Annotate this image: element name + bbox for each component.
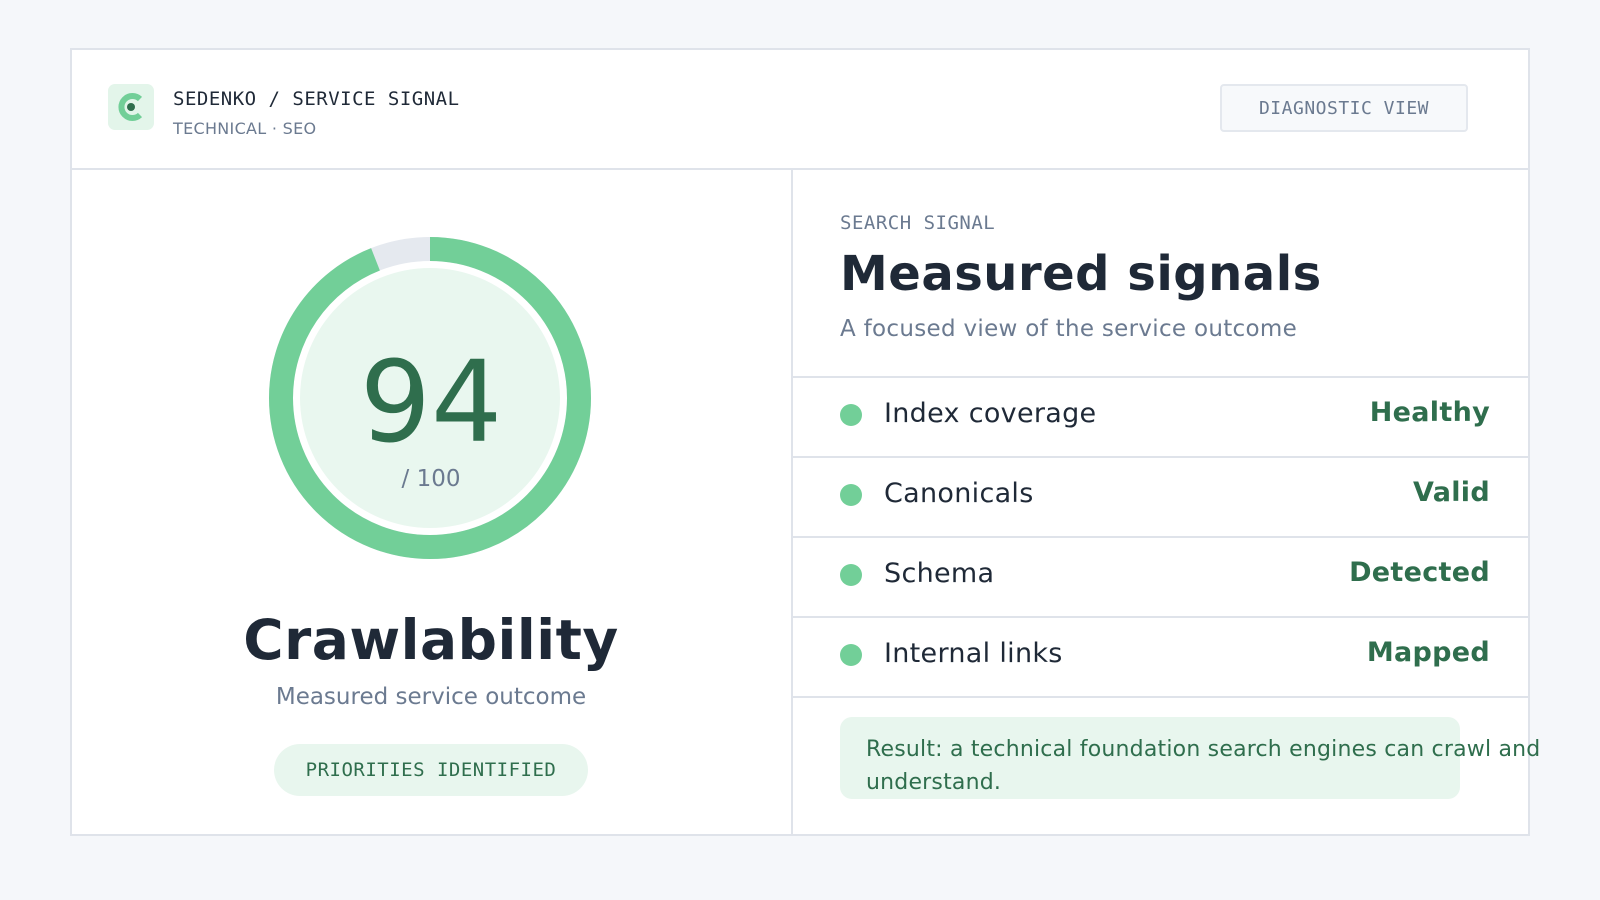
signal-row-canonicals: Canonicals Valid [793, 456, 1530, 536]
signal-status: Mapped [1366, 637, 1490, 668]
signal-row-internal-links: Internal links Mapped [793, 616, 1530, 698]
metric-subtitle: Measured service outcome [275, 684, 587, 710]
status-dot-icon [840, 564, 862, 586]
metric-title: Crawlability [243, 608, 619, 672]
brand-subtitle: TECHNICAL · SEO [173, 119, 317, 138]
brand-title: SEDENKO / SERVICE SIGNAL [173, 88, 460, 110]
signal-row-index-coverage: Index coverage Healthy [793, 376, 1530, 456]
signal-status: Valid [1413, 477, 1490, 508]
signal-card: SEDENKO / SERVICE SIGNAL TECHNICAL · SEO… [70, 48, 1541, 836]
signal-label: Internal links [884, 638, 1063, 669]
signal-label: Schema [884, 558, 995, 589]
status-dot-icon [840, 404, 862, 426]
result-callout: Result: a technical foundation search en… [840, 717, 1541, 799]
status-dot-icon [840, 644, 862, 666]
signal-label: Canonicals [884, 478, 1034, 509]
panel-eyebrow: SEARCH SIGNAL [840, 212, 996, 234]
signal-status: Healthy [1369, 397, 1490, 428]
c-logo-icon [108, 84, 154, 130]
signal-status: Detected [1349, 557, 1490, 588]
status-dot-icon [840, 484, 862, 506]
panel-subtitle: A focused view of the service outcome [840, 316, 1298, 342]
score-value: 94 [359, 338, 503, 468]
diagnostic-view-button[interactable]: DIAGNOSTIC VIEW [1220, 84, 1468, 132]
signal-row-schema: Schema Detected [793, 536, 1530, 616]
card-header: SEDENKO / SERVICE SIGNAL TECHNICAL · SEO… [72, 50, 1528, 170]
result-line-2: understand. [866, 770, 1002, 795]
score-max: / 100 [401, 466, 461, 492]
signal-list: Index coverage Healthy Canonicals Valid … [793, 376, 1530, 698]
result-line-1: Result: a technical foundation search en… [866, 737, 1541, 762]
signal-label: Index coverage [884, 398, 1097, 429]
priorities-badge: PRIORITIES IDENTIFIED [274, 744, 588, 796]
panel-title: Measured signals [840, 246, 1322, 302]
